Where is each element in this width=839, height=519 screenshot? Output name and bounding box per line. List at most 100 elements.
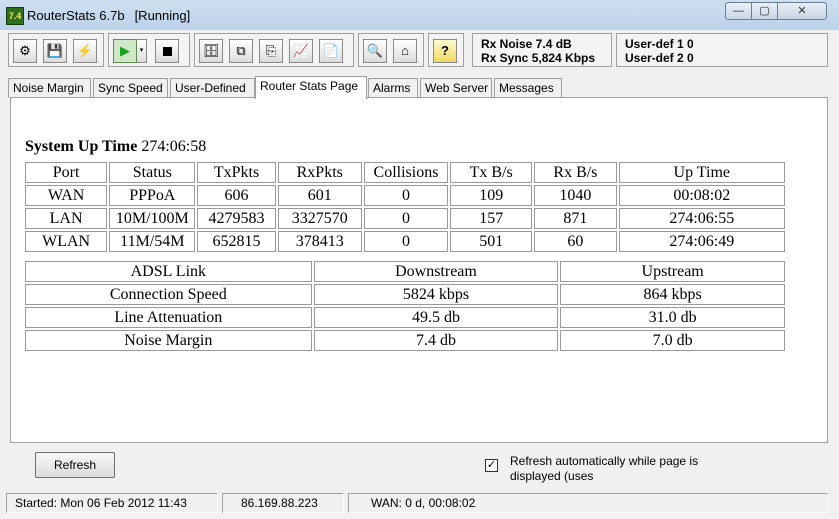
graph-button[interactable]: 📈 <box>289 39 313 63</box>
column-header: Status <box>109 162 196 183</box>
table-cell: 652815 <box>197 231 276 252</box>
connect-button[interactable]: ⚡ <box>73 39 97 63</box>
adsl-link-table: ADSL Link Downstream Upstream Connection… <box>23 259 787 353</box>
table-cell: WAN <box>25 185 108 206</box>
tab-messages[interactable]: Messages <box>494 78 562 98</box>
table-header-row: Port Status TxPkts RxPkts Collisions Tx … <box>25 162 785 183</box>
help-button[interactable]: ? <box>433 39 457 63</box>
table-cell: 1040 <box>534 185 617 206</box>
save-icon: 💾 <box>46 43 64 58</box>
table-row: Line Attenuation 49.5 db 31.0 db <box>25 307 785 328</box>
checkmark-icon: ✓ <box>486 459 497 471</box>
column-header: Downstream <box>313 261 559 282</box>
refresh-button[interactable]: Refresh <box>35 452 115 478</box>
app-title: RouterStats 6.7b <box>27 8 125 23</box>
tab-user-defined[interactable]: User-Defined <box>170 78 255 98</box>
table-row: Noise Margin 7.4 db 7.0 db <box>25 330 785 351</box>
toolbar-group-view: 🔍 ⌂ <box>358 33 424 67</box>
connect-icon: ⚡ <box>76 43 94 58</box>
table-row: LAN 10M/100M 4279583 3327570 0 157 871 2… <box>25 208 785 229</box>
table-cell: 49.5 db <box>313 307 559 328</box>
save-button[interactable]: 💾 <box>43 39 67 63</box>
router-stats-panel: System Up Time 274:06:58 Port Status TxP… <box>10 97 828 443</box>
table-cell: 4279583 <box>197 208 276 229</box>
port-stats-table: Port Status TxPkts RxPkts Collisions Tx … <box>23 160 787 254</box>
database-button[interactable]: 🗄 <box>199 39 223 63</box>
tab-web-server[interactable]: Web Server <box>420 78 492 98</box>
copy-icon: ⧉ <box>236 43 246 58</box>
toolbar-group-help: ? <box>428 33 464 67</box>
table-cell: PPPoA <box>109 185 196 206</box>
column-header: Tx B/s <box>450 162 533 183</box>
tab-router-stats-page[interactable]: Router Stats Page <box>255 76 367 99</box>
column-header: Rx B/s <box>534 162 617 183</box>
table-cell: 31.0 db <box>560 307 785 328</box>
column-header: Port <box>25 162 108 183</box>
table-cell: 11M/54M <box>109 231 196 252</box>
toolbar-group-run: ▶ ▾ <box>108 33 190 67</box>
export-button[interactable]: ⎘ <box>259 39 283 63</box>
preview-button[interactable]: 🔍 <box>363 39 387 63</box>
maximize-button[interactable]: ▢ <box>751 2 778 20</box>
ip-status: 86.169.88.223 <box>222 493 344 513</box>
settings-button[interactable]: ⚙ <box>13 39 37 63</box>
auto-refresh-checkbox[interactable]: ✓ <box>485 459 498 472</box>
table-cell: 864 kbps <box>560 284 785 305</box>
column-header: Collisions <box>363 162 449 183</box>
close-button[interactable]: ✕ <box>777 2 827 20</box>
stop-button[interactable] <box>155 39 179 63</box>
table-cell: Line Attenuation <box>25 307 312 328</box>
minimize-button[interactable]: — <box>725 2 752 20</box>
status-bar: Started: Mon 06 Feb 2012 11:43 86.169.88… <box>0 491 839 519</box>
title-bar: 7.4 RouterStats 6.7b [Running] — ▢ ✕ <box>0 0 839 30</box>
system-uptime: System Up Time 274:06:58 <box>25 138 206 156</box>
wan-uptime-status: WAN: 0 d, 00:08:02 <box>348 493 828 513</box>
user-def-2-value: User-def 2 0 <box>625 51 694 65</box>
started-status: Started: Mon 06 Feb 2012 11:43 <box>6 493 218 513</box>
table-cell: 157 <box>450 208 533 229</box>
home-icon: ⌂ <box>401 43 409 58</box>
user-def-1-value: User-def 1 0 <box>625 37 694 51</box>
table-cell: 601 <box>277 185 362 206</box>
dropdown-icon: ▾ <box>139 47 144 54</box>
app-icon: 7.4 <box>6 7 24 25</box>
table-cell: 60 <box>534 231 617 252</box>
report-icon: 📄 <box>322 43 340 58</box>
table-cell: 7.0 db <box>560 330 785 351</box>
report-button[interactable]: 📄 <box>319 39 343 63</box>
home-button[interactable]: ⌂ <box>393 39 417 63</box>
user-defined-box: User-def 1 0 User-def 2 0 <box>616 33 828 67</box>
toolbar: ⚙ 💾 ⚡ ▶ ▾ 🗄 ⧉ ⎘ 📈 📄 🔍 ⌂ ? Rx Noise 7.4 d… <box>0 30 839 72</box>
table-cell: 501 <box>450 231 533 252</box>
routerstats-window: 7.4 RouterStats 6.7b [Running] — ▢ ✕ ⚙ 💾 … <box>0 0 839 519</box>
table-cell: 871 <box>534 208 617 229</box>
start-button[interactable]: ▶ <box>113 39 137 63</box>
tab-noise-margin[interactable]: Noise Margin <box>8 78 91 98</box>
settings-icon: ⚙ <box>19 43 31 58</box>
uptime-value: 274:06:58 <box>141 138 207 155</box>
column-header: ADSL Link <box>25 261 312 282</box>
toolbar-group-file: ⚙ 💾 ⚡ <box>8 33 104 67</box>
preview-icon: 🔍 <box>366 43 384 58</box>
table-cell: 0 <box>363 231 449 252</box>
tab-strip: Noise Margin Sync Speed User-Defined Rou… <box>0 76 839 99</box>
table-cell: 274:06:49 <box>618 231 785 252</box>
table-cell: WLAN <box>25 231 108 252</box>
table-cell: 5824 kbps <box>313 284 559 305</box>
graph-icon: 📈 <box>292 43 310 58</box>
rx-sync-value: Rx Sync 5,824 Kbps <box>481 51 596 65</box>
rx-noise-value: Rx Noise 7.4 dB <box>481 37 572 51</box>
table-cell: 10M/100M <box>109 208 196 229</box>
table-row: WLAN 11M/54M 652815 378413 0 501 60 274:… <box>25 231 785 252</box>
start-options-dropdown[interactable]: ▾ <box>137 39 147 63</box>
uptime-label: System Up Time <box>25 138 138 155</box>
table-cell: Connection Speed <box>25 284 312 305</box>
table-cell: 0 <box>363 208 449 229</box>
table-cell: 3327570 <box>277 208 362 229</box>
run-status: [Running] <box>134 8 191 23</box>
tab-alarms[interactable]: Alarms <box>368 78 418 98</box>
help-icon: ? <box>441 43 449 58</box>
table-cell: 7.4 db <box>313 330 559 351</box>
tab-sync-speed[interactable]: Sync Speed <box>93 78 168 98</box>
copy-button[interactable]: ⧉ <box>229 39 253 63</box>
